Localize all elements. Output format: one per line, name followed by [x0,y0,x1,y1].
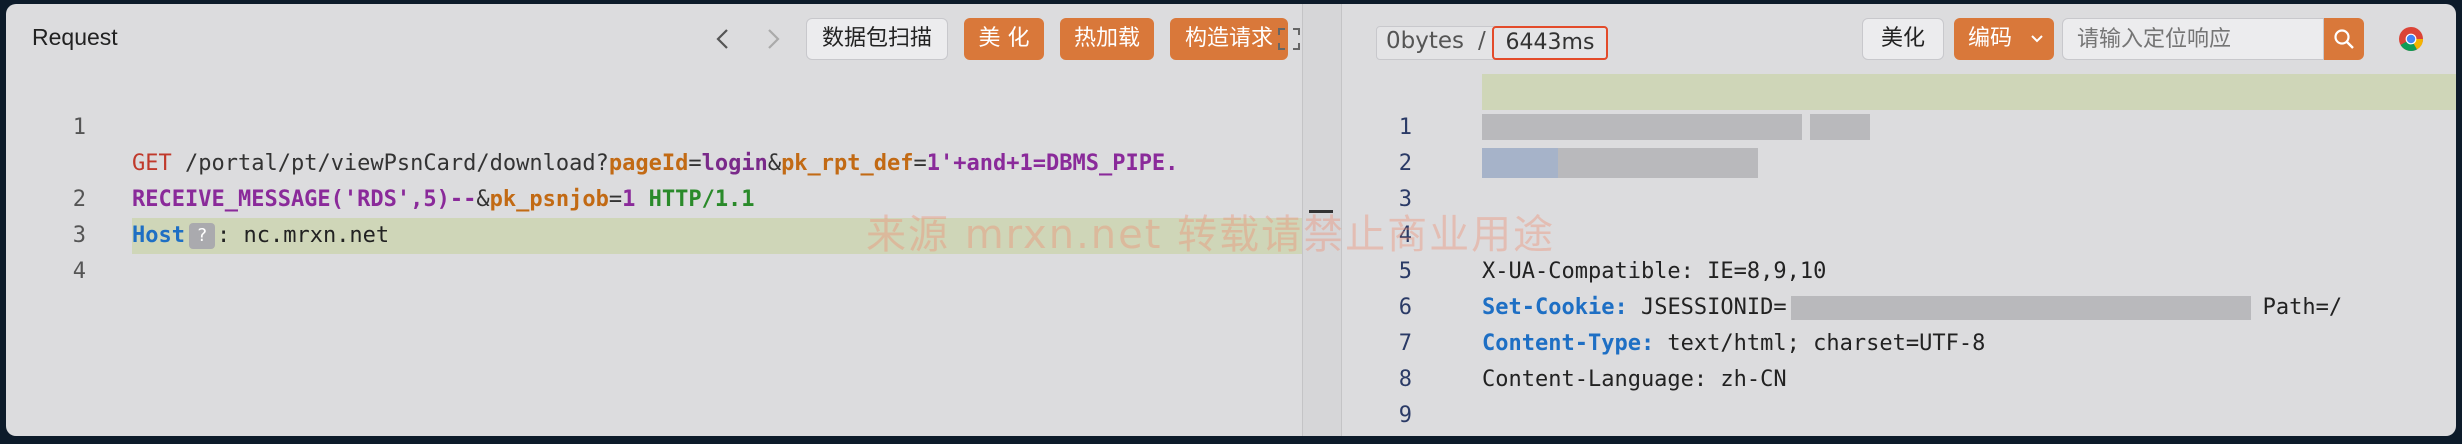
watermark: 来源 mrxn.net 转载请禁止商业用途 [866,212,1556,258]
line-number: 4 [72,259,86,284]
line-number: 9 [1398,403,1412,428]
chevron-right-icon[interactable] [758,24,788,54]
beautify-button[interactable]: 美 化 [964,18,1044,60]
code-line: 2 Host?: nc.mrxn.net [6,146,1302,249]
request-toolbar: Request 数据包扫描 美 化 热加载 构造请求 [6,4,1302,74]
hot-load-button[interactable]: 热加载 [1060,18,1154,60]
redacted-text [1482,114,1802,140]
redacted-text [1810,114,1870,140]
code-line: 8 [1342,326,2456,392]
http-repeater-window: Request 数据包扫描 美 化 热加载 构造请求 1 GET /portal… [6,4,2456,436]
code-line: 2 [1342,110,2456,176]
response-beautify-button[interactable]: 美化 [1862,18,1944,60]
stat-separator: / [1478,28,1486,54]
chrome-icon[interactable] [2398,26,2424,52]
code-line: 1 HTTP/1.1 200 OK [1342,74,2456,176]
build-request-button[interactable]: 构造请求 [1170,18,1288,60]
response-time: 6443ms [1492,26,1608,60]
code-line: 7 Content-Language: zh-CN [1342,290,2456,392]
code-line: 1 GET /portal/pt/viewPsnCard/download?pa… [6,74,1302,176]
code-line: 3 [1342,146,2456,212]
response-toolbar: 0bytes / 6443ms 美化 编码 [1342,4,2456,74]
request-title: Request [32,24,118,50]
code-line: RECEIVE_MESSAGE('RDS',5)--&pk_psnjob=1 H… [6,110,1302,212]
chevron-down-icon [2031,35,2043,43]
redacted-text [1558,148,1758,178]
encoding-label: 编码 [1968,26,2013,51]
locate-response-input[interactable] [2062,18,2324,60]
redacted-text [1482,148,1558,178]
encoding-dropdown[interactable]: 编码 [1954,18,2054,60]
expand-icon[interactable] [1276,26,1302,52]
packet-scan-button[interactable]: 数据包扫描 [806,18,948,60]
search-button[interactable] [2324,18,2364,60]
code-line: 9 [1342,362,2456,428]
chevron-left-icon[interactable] [708,24,738,54]
response-size: 0bytes [1386,28,1464,54]
search-icon [2334,29,2354,49]
